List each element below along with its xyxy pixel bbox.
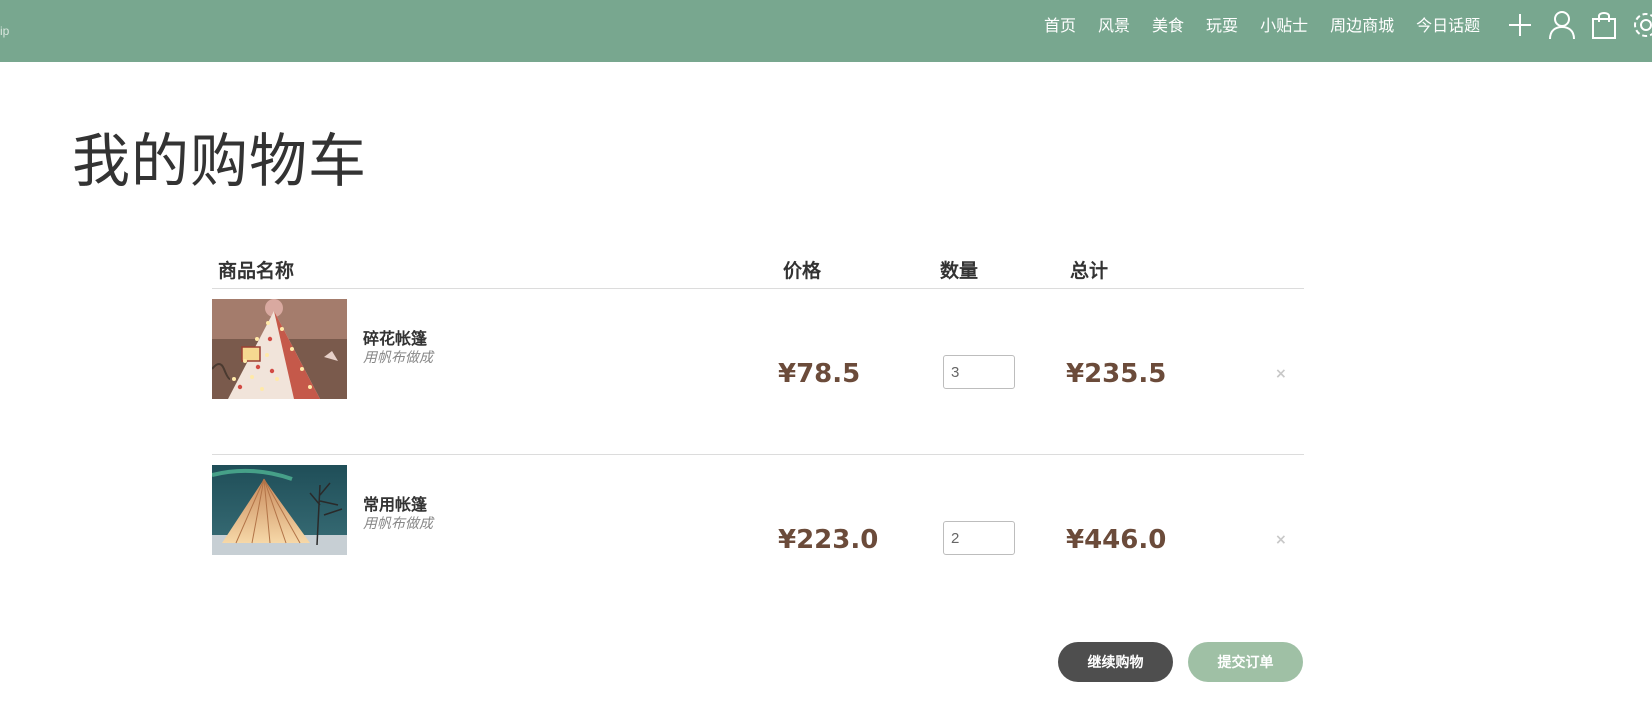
user-icon[interactable] xyxy=(1548,10,1576,40)
continue-shopping-button[interactable]: 继续购物 xyxy=(1058,642,1173,682)
row-total: ¥446.0 xyxy=(1066,525,1167,555)
cart-row: 碎花帐篷 用帆布做成 ¥78.5 ¥235.5 × xyxy=(212,289,1304,455)
product-image-floral-tent[interactable] xyxy=(212,299,347,399)
header-price: 价格 xyxy=(783,260,822,282)
row-total: ¥235.5 xyxy=(1066,359,1167,389)
nav-item-food[interactable]: 美食 xyxy=(1152,15,1184,37)
shopping-bag-icon[interactable] xyxy=(1590,10,1618,40)
product-name[interactable]: 碎花帐篷 xyxy=(363,325,427,349)
nav-item-home[interactable]: 首页 xyxy=(1044,15,1076,37)
quantity-input[interactable] xyxy=(943,521,1015,555)
product-image-common-tent[interactable] xyxy=(212,465,347,555)
header-icons xyxy=(1506,10,1652,40)
page-title: 我的购物车 xyxy=(72,127,368,195)
cart-table-header: 商品名称 价格 数量 总计 xyxy=(212,252,1304,289)
nav-item-scenery[interactable]: 风景 xyxy=(1098,15,1130,37)
header-total: 总计 xyxy=(1070,260,1109,282)
nav-item-shop[interactable]: 周边商城 xyxy=(1330,15,1394,37)
header-product-name: 商品名称 xyxy=(218,260,295,282)
header-quantity: 数量 xyxy=(940,260,979,282)
main-nav: 首页 风景 美食 玩耍 小贴士 周边商城 今日话题 xyxy=(1044,15,1502,37)
top-navbar: ip 首页 风景 美食 玩耍 小贴士 周边商城 今日话题 xyxy=(0,0,1652,62)
submit-order-button[interactable]: 提交订单 xyxy=(1188,642,1303,682)
quantity-input[interactable] xyxy=(943,355,1015,389)
nav-item-play[interactable]: 玩耍 xyxy=(1206,15,1238,37)
plus-icon[interactable] xyxy=(1506,10,1534,40)
product-description: 用帆布做成 xyxy=(363,350,433,366)
product-price: ¥223.0 xyxy=(778,525,879,555)
remove-item-button[interactable]: × xyxy=(1275,532,1287,548)
cart-table: 商品名称 价格 数量 总计 碎花帐篷 用帆布做成 ¥78.5 3 ¥235.5 … xyxy=(212,252,1304,621)
brand-logo[interactable]: ip xyxy=(0,24,9,38)
product-description: 用帆布做成 xyxy=(363,516,433,532)
nav-item-tips[interactable]: 小贴士 xyxy=(1260,15,1308,37)
cart-row: 常用帐篷 用帆布做成 ¥223.0 ¥446.0 × xyxy=(212,455,1304,621)
remove-item-button[interactable]: × xyxy=(1275,366,1287,382)
nav-item-topic[interactable]: 今日话题 xyxy=(1416,15,1480,37)
product-price: ¥78.5 xyxy=(778,359,861,389)
product-name[interactable]: 常用帐篷 xyxy=(363,491,427,515)
settings-icon[interactable] xyxy=(1632,10,1652,40)
